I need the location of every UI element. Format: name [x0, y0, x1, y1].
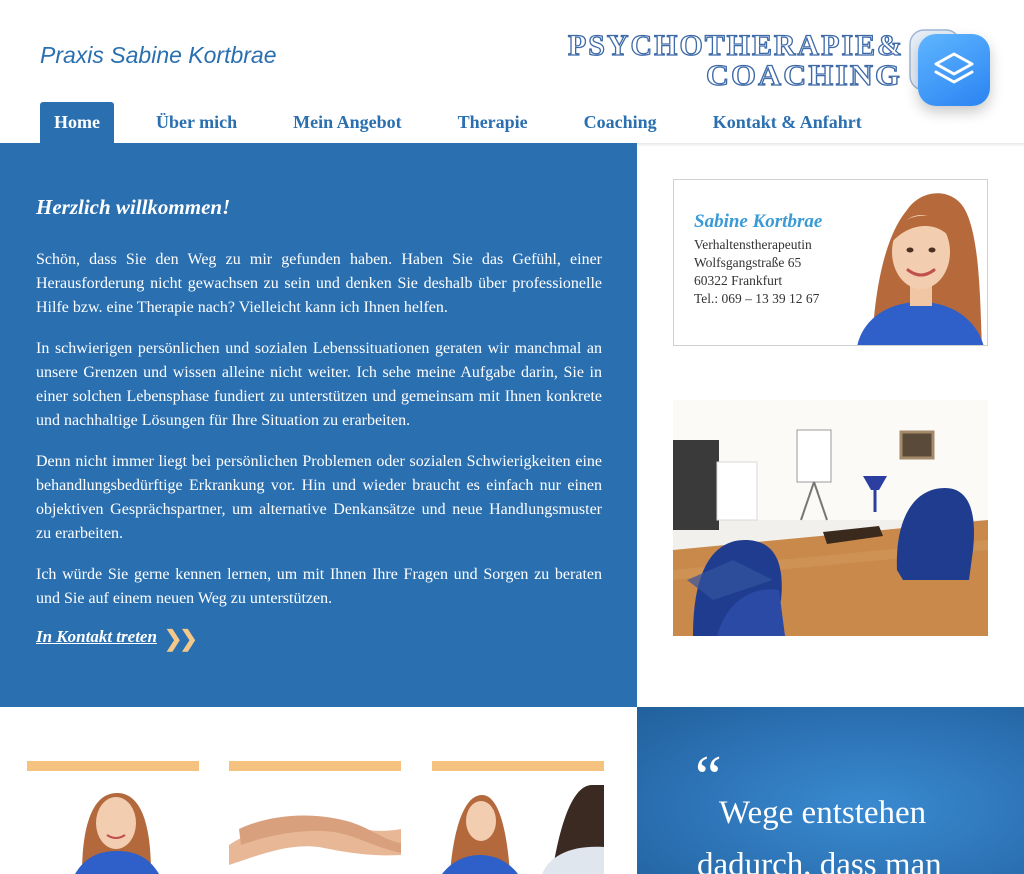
nav-coaching[interactable]: Coaching — [584, 102, 657, 143]
welcome-paragraph: Ich würde Sie gerne kennen lernen, um mi… — [36, 566, 602, 607]
welcome-text: Schön, dass Sie den Weg zu mir gefunden … — [36, 248, 602, 628]
welcome-paragraph: Denn nicht immer liegt bei persönlichen … — [36, 453, 602, 542]
therapist-portrait — [852, 180, 987, 345]
tile-session[interactable] — [432, 761, 604, 874]
tile-accent-bar — [229, 761, 401, 771]
main-navigation: Home Über mich Mein Angebot Therapie Coa… — [40, 102, 862, 143]
logo-line-coaching: COACHING — [706, 59, 902, 92]
double-chevron-right-icon[interactable]: ❯❯ — [164, 626, 198, 652]
tile-accent-bar — [27, 761, 199, 771]
logo-line-psychotherapie: PSYCHOTHERAPIE& — [568, 29, 904, 62]
tile-therapist[interactable] — [27, 761, 199, 874]
therapist-tile-photo — [27, 785, 199, 874]
welcome-section: Herzlich willkommen! Schön, dass Sie den… — [0, 143, 637, 707]
site-title[interactable]: Praxis Sabine Kortbrae — [40, 42, 277, 69]
welcome-paragraph: Schön, dass Sie den Weg zu mir gefunden … — [36, 251, 602, 316]
tile-accent-bar — [432, 761, 604, 771]
card-profession: Verhaltenstherapeutin — [694, 237, 812, 252]
card-city: 60322 Frankfurt — [694, 273, 783, 288]
practice-room-photo — [673, 400, 988, 636]
nav-ueber-mich[interactable]: Über mich — [156, 102, 237, 143]
tile-hands[interactable] — [229, 761, 401, 874]
card-street: Wolfsgangstraße 65 — [694, 255, 802, 270]
floating-app-button[interactable] — [918, 34, 990, 106]
contact-link[interactable]: In Kontakt treten — [36, 627, 157, 647]
session-tile-photo — [432, 785, 604, 874]
card-name: Sabine Kortbrae — [694, 211, 823, 232]
contact-card: Sabine Kortbrae Verhaltenstherapeutin Wo… — [673, 179, 988, 346]
layers-icon — [934, 52, 974, 84]
nav-home[interactable]: Home — [40, 102, 114, 143]
nav-kontakt-anfahrt[interactable]: Kontakt & Anfahrt — [713, 102, 862, 143]
practice-logo[interactable]: PSYCHOTHERAPIE& COACHING — [565, 28, 965, 94]
welcome-heading: Herzlich willkommen! — [36, 195, 231, 219]
card-phone[interactable]: Tel.: 069 – 13 39 12 67 — [694, 291, 819, 307]
quote-section: “ Wege entstehen dadurch, dass man — [637, 707, 1024, 874]
nav-mein-angebot[interactable]: Mein Angebot — [293, 102, 402, 143]
nav-therapie[interactable]: Therapie — [458, 102, 528, 143]
hands-tile-photo — [229, 785, 401, 874]
welcome-paragraph: In schwierigen persönlichen und sozialen… — [36, 340, 602, 429]
quote-text: Wege entstehen dadurch, dass man — [697, 795, 942, 874]
